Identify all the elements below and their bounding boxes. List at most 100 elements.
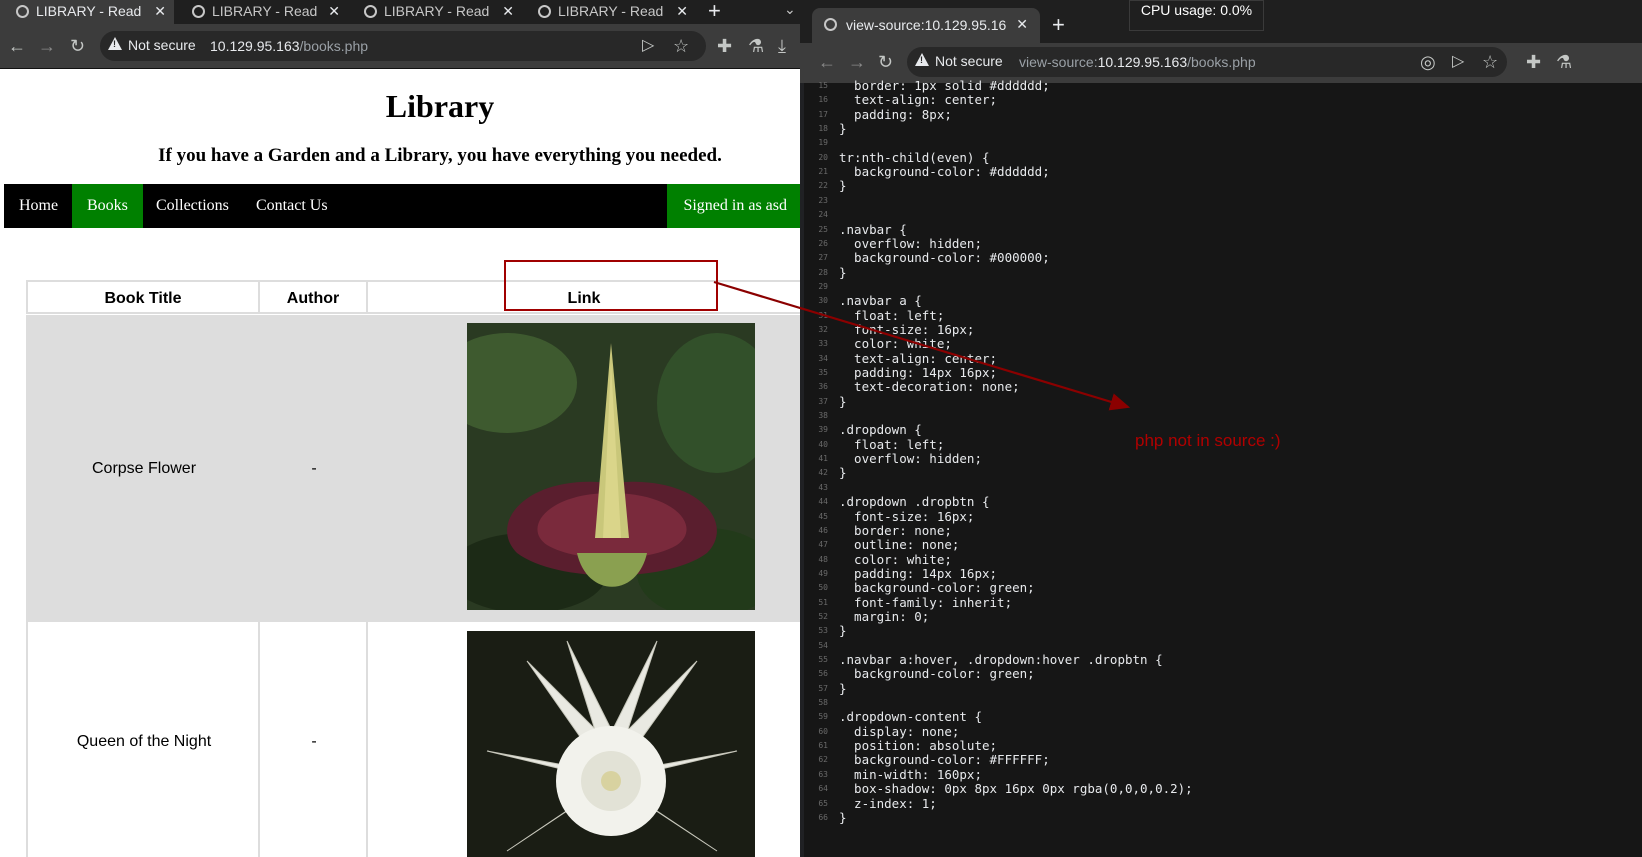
security-label[interactable]: Not secure: [128, 37, 196, 53]
browser-tab[interactable]: LIBRARY - Read | ✕: [176, 0, 348, 24]
new-tab-icon[interactable]: +: [1052, 12, 1065, 38]
source-line: 51 font-family: inherit;: [804, 594, 1642, 610]
source-line: 52 margin: 0;: [804, 609, 1642, 624]
flask-icon[interactable]: ⚗: [1556, 52, 1572, 72]
line-text: .dropdown {: [839, 422, 922, 438]
line-text: display: none;: [839, 723, 960, 739]
line-number: 56: [818, 669, 828, 679]
line-text: .navbar a:hover, .dropdown:hover .dropbt…: [839, 652, 1163, 667]
line-number: 34: [818, 353, 828, 363]
address-bar[interactable]: Not secure 10.129.95.163/books.php: [100, 31, 706, 61]
corpse-flower-image[interactable]: [467, 323, 755, 610]
line-text: text-align: center;: [839, 350, 998, 366]
star-icon[interactable]: ☆: [673, 36, 689, 56]
close-icon[interactable]: ✕: [154, 0, 166, 23]
cpu-usage-tooltip: CPU usage: 0.0%: [1129, 0, 1264, 31]
source-line: 16 text-align: center;: [804, 93, 1642, 107]
nav-contact-us[interactable]: Contact Us: [241, 184, 343, 228]
line-number: 18: [818, 124, 828, 134]
line-text: border: none;: [839, 522, 952, 538]
url-text[interactable]: view-source:10.129.95.163/books.php: [1019, 54, 1256, 70]
line-number: 66: [818, 812, 828, 822]
reload-icon[interactable]: ↻: [70, 36, 85, 56]
url-path: /books.php: [1187, 54, 1256, 70]
line-number: 20: [818, 152, 828, 162]
queen-of-the-night-image[interactable]: [467, 631, 755, 857]
line-number: 24: [818, 210, 828, 220]
annotation-text: php not in source :): [1135, 431, 1281, 450]
line-number: 25: [818, 224, 828, 234]
source-line: 60 display: none;: [804, 723, 1642, 739]
chevron-down-icon[interactable]: ⌄: [784, 1, 796, 18]
star-icon[interactable]: ☆: [1482, 52, 1498, 72]
reload-icon[interactable]: ↻: [878, 52, 893, 72]
line-text: position: absolute;: [839, 738, 998, 754]
line-number: 50: [818, 583, 828, 593]
line-text: float: left;: [839, 436, 945, 452]
line-number: 46: [818, 525, 828, 535]
send-icon[interactable]: ▷: [642, 36, 654, 56]
tab-title: LIBRARY - Read |: [36, 3, 144, 19]
browser-tab[interactable]: LIBRARY - Read | ✕: [522, 0, 696, 24]
security-label[interactable]: Not secure: [935, 53, 1003, 69]
close-icon[interactable]: ✕: [676, 0, 688, 23]
line-number: 42: [818, 468, 828, 478]
line-text: background-color: #dddddd;: [839, 164, 1050, 180]
url-text[interactable]: 10.129.95.163/books.php: [210, 38, 368, 54]
signed-in-button[interactable]: Signed in as asd: [667, 184, 800, 228]
extensions-icon[interactable]: ✚: [1526, 52, 1541, 72]
line-text: overflow: hidden;: [839, 451, 982, 467]
line-number: 58: [818, 698, 828, 708]
source-line: 43: [804, 481, 1642, 495]
line-number: 45: [818, 511, 828, 521]
line-number: 15: [818, 81, 828, 90]
line-number: 37: [818, 396, 828, 406]
nav-collections[interactable]: Collections: [141, 184, 244, 228]
close-icon[interactable]: ✕: [502, 0, 514, 23]
line-text: }: [839, 809, 847, 825]
url-host: 10.129.95.163: [1097, 54, 1188, 70]
line-number: 55: [818, 655, 828, 664]
eye-off-icon[interactable]: ◎: [1420, 52, 1436, 72]
line-number: 63: [818, 769, 828, 779]
back-icon[interactable]: ←: [8, 36, 26, 56]
browser-toolbar: ← → ↻ Not secure view-source:10.129.95.1…: [800, 43, 1642, 83]
browser-toolbar: ← → ↻ Not secure 10.129.95.163/books.php…: [0, 24, 800, 69]
extensions-icon[interactable]: ✚: [717, 36, 732, 56]
source-line: 62 background-color: #FFFFFF;: [804, 753, 1642, 767]
nav-home[interactable]: Home: [4, 184, 73, 228]
close-icon[interactable]: ✕: [328, 0, 340, 23]
line-text: }: [839, 393, 847, 409]
address-bar[interactable]: Not secure view-source:10.129.95.163/boo…: [907, 47, 1507, 77]
line-text: }: [839, 264, 847, 280]
send-icon[interactable]: ▷: [1452, 52, 1464, 72]
line-number: 23: [818, 195, 828, 205]
globe-icon: [16, 5, 29, 18]
source-line: 63 min-width: 160px;: [804, 767, 1642, 782]
source-line: 29: [804, 280, 1642, 294]
download-icon[interactable]: ⤓: [778, 36, 786, 56]
source-line: 57}: [804, 681, 1642, 696]
source-line: 58: [804, 696, 1642, 710]
browser-tab[interactable]: view-source:10.129.95.16 ✕: [812, 8, 1040, 43]
back-icon[interactable]: ←: [818, 52, 836, 72]
source-line: 28}: [804, 264, 1642, 280]
line-number: 29: [818, 281, 828, 291]
forward-icon[interactable]: →: [848, 52, 866, 72]
browser-tab[interactable]: LIBRARY - Read | ✕: [0, 0, 174, 24]
line-number: 28: [818, 267, 828, 277]
nav-books[interactable]: Books: [72, 184, 143, 228]
line-number: 59: [818, 712, 828, 722]
source-code-view: 15 border: 1px solid #dddddd; 16 text-ali…: [804, 79, 1642, 857]
browser-tab[interactable]: LIBRARY - Read | ✕: [348, 0, 522, 24]
line-number: 40: [818, 439, 828, 449]
source-line: 23: [804, 194, 1642, 208]
tab-strip: LIBRARY - Read | ✕ LIBRARY - Read | ✕ LI…: [0, 0, 800, 24]
forward-icon[interactable]: →: [38, 36, 56, 56]
close-icon[interactable]: ✕: [1016, 16, 1028, 33]
line-text: font-family: inherit;: [839, 594, 1013, 610]
line-text: z-index: 1;: [839, 795, 937, 811]
line-number: 47: [818, 540, 828, 550]
flask-icon[interactable]: ⚗: [748, 36, 764, 56]
new-tab-icon[interactable]: +: [708, 0, 721, 24]
